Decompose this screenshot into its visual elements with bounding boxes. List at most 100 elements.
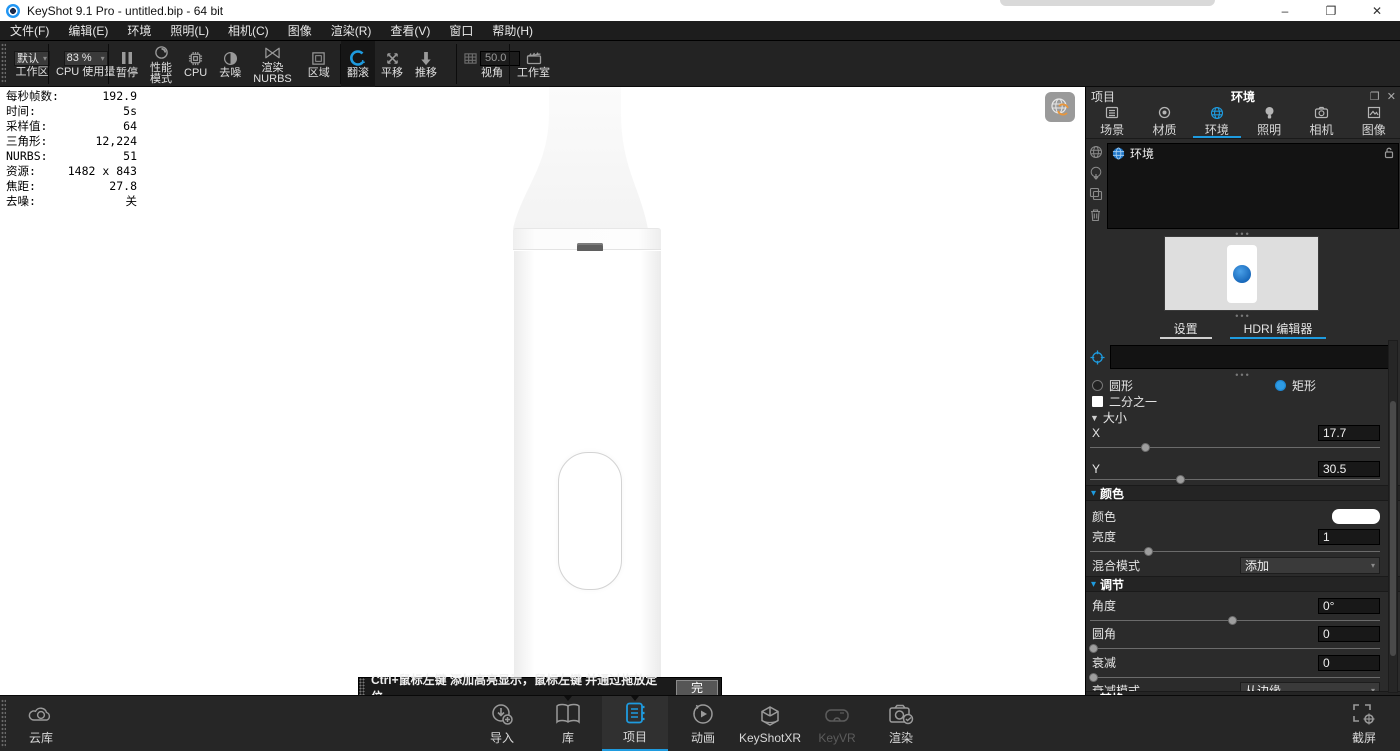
pause-button[interactable]: 暂停 bbox=[110, 41, 144, 87]
render-nurbs-button[interactable]: 渲染 NURBS bbox=[247, 41, 298, 87]
render-viewport[interactable]: 每秒帧数:192.9 时间:5s 采样值:64 三角形:12,224 NURBS… bbox=[0, 87, 1085, 695]
import-icon bbox=[490, 701, 514, 727]
denoise-button[interactable]: 去噪 bbox=[213, 41, 247, 87]
library-button[interactable]: 库 bbox=[540, 696, 596, 751]
cloud-library-button[interactable]: 云库 bbox=[14, 696, 68, 751]
pause-label: 暂停 bbox=[116, 68, 138, 79]
import-button[interactable]: 导入 bbox=[472, 696, 532, 751]
menu-lighting[interactable]: 照明(L) bbox=[170, 22, 209, 39]
menu-render[interactable]: 渲染(R) bbox=[331, 22, 372, 39]
tab-environment[interactable]: 环境 bbox=[1191, 105, 1243, 138]
duplicate-environment-icon[interactable] bbox=[1089, 187, 1103, 201]
x-input[interactable]: 17.7 bbox=[1318, 425, 1380, 441]
workspace-label: 工作区 bbox=[16, 67, 49, 78]
corner-input[interactable]: 0 bbox=[1318, 626, 1380, 642]
panel-scrollbar[interactable] bbox=[1388, 340, 1398, 693]
angle-input[interactable]: 0° bbox=[1318, 598, 1380, 614]
dock-drag-handle[interactable] bbox=[1, 699, 6, 748]
undock-panel-icon[interactable]: ❐ bbox=[1370, 90, 1380, 103]
animation-button[interactable]: 动画 bbox=[674, 696, 732, 751]
hdri-preview[interactable] bbox=[1164, 236, 1319, 311]
radio-rectangle-label: 矩形 bbox=[1292, 377, 1316, 394]
brightness-input[interactable]: 1 bbox=[1318, 529, 1380, 545]
stat-label: 时间: bbox=[6, 104, 36, 119]
done-button[interactable]: 完成 bbox=[676, 680, 718, 696]
close-panel-icon[interactable]: ✕ bbox=[1387, 90, 1396, 103]
tab-hdri-editor[interactable]: HDRI 编辑器 bbox=[1230, 318, 1327, 339]
pin-target-icon[interactable] bbox=[1090, 350, 1105, 365]
render-button[interactable]: 渲染 bbox=[872, 696, 930, 751]
brightness-slider[interactable] bbox=[1090, 547, 1380, 557]
menu-help[interactable]: 帮助(H) bbox=[492, 22, 533, 39]
radio-rectangle[interactable]: 矩形 bbox=[1275, 377, 1316, 394]
tab-settings[interactable]: 设置 bbox=[1160, 318, 1212, 339]
performance-mode-button[interactable]: 性能 模式 bbox=[144, 41, 178, 87]
environment-list[interactable]: 环境 bbox=[1107, 143, 1399, 229]
tab-material[interactable]: 材质 bbox=[1138, 105, 1190, 138]
color-swatch[interactable] bbox=[1332, 509, 1380, 524]
maximize-button[interactable]: ❐ bbox=[1308, 0, 1354, 21]
render-label: 渲染 bbox=[889, 729, 913, 746]
tab-lighting[interactable]: 照明 bbox=[1243, 105, 1295, 138]
tab-scene[interactable]: 场景 bbox=[1086, 105, 1138, 138]
keyshotxr-button[interactable]: KeyShotXR bbox=[736, 696, 804, 751]
keyshot-window: KeyShot 9.1 Pro - untitled.bip - 64 bit … bbox=[0, 0, 1400, 751]
corner-slider[interactable] bbox=[1090, 644, 1380, 654]
region-button[interactable]: 区域 bbox=[302, 41, 336, 87]
stat-value: 27.8 bbox=[109, 179, 137, 194]
add-environment-icon[interactable] bbox=[1089, 145, 1103, 159]
y-slider[interactable] bbox=[1090, 475, 1380, 485]
tooltip-drag-handle-icon[interactable] bbox=[359, 678, 365, 695]
menu-view[interactable]: 查看(V) bbox=[390, 22, 430, 39]
radio-circle[interactable]: 圆形 bbox=[1092, 377, 1133, 394]
minimize-button[interactable]: – bbox=[1262, 0, 1308, 21]
tab-label: 相机 bbox=[1309, 121, 1333, 138]
adjust-section-header[interactable]: ▾ 调节 bbox=[1086, 576, 1400, 592]
tab-image[interactable]: 图像 bbox=[1348, 105, 1400, 138]
dolly-button[interactable]: 推移 bbox=[409, 41, 443, 87]
screenshot-button[interactable]: 截屏 bbox=[1336, 696, 1392, 751]
delete-environment-icon[interactable] bbox=[1089, 208, 1103, 222]
import-environment-icon[interactable] bbox=[1089, 166, 1103, 180]
pin-list[interactable] bbox=[1110, 345, 1394, 369]
environment-rotate-widget[interactable] bbox=[1045, 92, 1075, 122]
xr-cube-icon bbox=[758, 703, 782, 729]
chevron-down-icon: ▾ bbox=[101, 54, 105, 63]
falloff-input[interactable]: 0 bbox=[1318, 655, 1380, 671]
menu-window[interactable]: 窗口 bbox=[449, 22, 473, 39]
menu-camera[interactable]: 相机(C) bbox=[228, 22, 269, 39]
menu-file[interactable]: 文件(F) bbox=[10, 22, 49, 39]
y-label: Y bbox=[1092, 462, 1100, 476]
studio-button[interactable]: 工作室 bbox=[511, 41, 556, 87]
color-section-header[interactable]: ▾ 颜色 bbox=[1086, 485, 1400, 501]
menu-image[interactable]: 图像 bbox=[288, 22, 312, 39]
bottom-dock: 云库 导入 库 项目 动画 KeyShotXR KeyVR bbox=[0, 695, 1400, 751]
cpu-button[interactable]: CPU bbox=[178, 41, 213, 87]
scrollbar-thumb[interactable] bbox=[1390, 401, 1396, 656]
stat-value: 192.9 bbox=[102, 89, 137, 104]
tumble-button[interactable]: 翻滚 bbox=[341, 41, 375, 87]
hdri-pin-dot[interactable] bbox=[1233, 265, 1251, 283]
close-button[interactable]: ✕ bbox=[1354, 0, 1400, 21]
toolbar-drag-handle[interactable] bbox=[1, 43, 6, 84]
stat-label: 每秒帧数: bbox=[6, 89, 59, 104]
pan-label: 平移 bbox=[381, 68, 403, 79]
tumble-label: 翻滚 bbox=[347, 68, 369, 79]
blend-mode-select[interactable]: 添加 ▾ bbox=[1240, 557, 1380, 574]
environment-list-item[interactable]: 环境 bbox=[1108, 144, 1398, 162]
pan-button[interactable]: 平移 bbox=[375, 41, 409, 87]
menu-edit[interactable]: 编辑(E) bbox=[68, 22, 108, 39]
cpu-usage-value: 83 % bbox=[67, 52, 92, 64]
tab-camera[interactable]: 相机 bbox=[1295, 105, 1347, 138]
radio-icon bbox=[1092, 380, 1103, 391]
lock-icon[interactable] bbox=[1384, 147, 1394, 159]
chevron-down-icon: ▾ bbox=[1371, 561, 1375, 570]
menu-environment[interactable]: 环境 bbox=[127, 22, 151, 39]
scene-list-icon bbox=[1105, 105, 1119, 120]
checkbox-half[interactable]: 二分之一 bbox=[1092, 393, 1157, 410]
project-button[interactable]: 项目 bbox=[602, 696, 668, 751]
library-label: 库 bbox=[562, 729, 574, 746]
x-slider[interactable] bbox=[1090, 443, 1380, 453]
performance-mode-icon bbox=[154, 44, 169, 62]
product-neck bbox=[488, 87, 688, 229]
